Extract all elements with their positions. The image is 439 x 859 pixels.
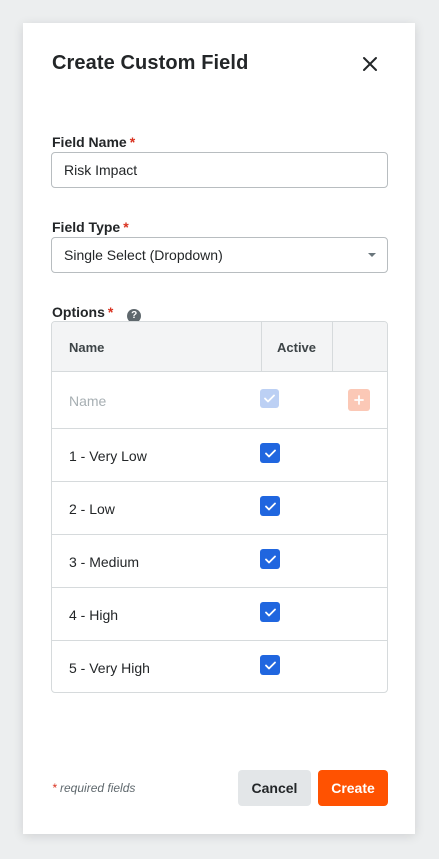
table-header: Name Active: [52, 322, 387, 372]
check-icon: [264, 555, 276, 563]
table-row: 5 - Very High: [52, 641, 387, 692]
option-label[interactable]: 1 - Very Low: [69, 448, 147, 464]
option-active-checkbox[interactable]: [260, 443, 280, 463]
options-label: Options * ?: [52, 304, 142, 323]
field-type-label: Field Type *: [52, 219, 129, 235]
option-label[interactable]: 2 - Low: [69, 501, 115, 517]
options-table: Name Active Name 1 - Very Low 2 - Low 3 …: [51, 321, 388, 693]
option-label[interactable]: 4 - High: [69, 607, 118, 623]
new-option-row: Name: [52, 372, 387, 429]
option-active-checkbox[interactable]: [260, 655, 280, 675]
caret-down-icon: [368, 253, 376, 257]
table-row: 4 - High: [52, 588, 387, 641]
option-label[interactable]: 5 - Very High: [69, 660, 150, 676]
column-header-active: Active: [277, 340, 317, 355]
check-icon: [264, 449, 276, 457]
table-row: 2 - Low: [52, 482, 387, 535]
option-active-checkbox[interactable]: [260, 496, 280, 516]
field-name-value: Risk Impact: [64, 162, 138, 178]
table-row: 1 - Very Low: [52, 429, 387, 482]
table-row: 3 - Medium: [52, 535, 387, 588]
create-custom-field-modal: Create Custom Field Field Name * Risk Imp…: [23, 23, 415, 834]
required-fields-note: * required fields: [52, 781, 136, 795]
new-option-name-input[interactable]: Name: [69, 393, 106, 409]
plus-icon: [354, 395, 364, 405]
close-icon: [363, 57, 377, 71]
column-header-name: Name: [69, 340, 105, 355]
column-divider: [332, 322, 333, 372]
field-type-select[interactable]: Single Select (Dropdown): [51, 237, 388, 273]
required-marker: *: [107, 304, 114, 320]
check-icon: [264, 661, 276, 669]
modal-title: Create Custom Field: [52, 52, 249, 74]
column-divider: [261, 322, 262, 372]
option-active-checkbox[interactable]: [260, 549, 280, 569]
required-marker: *: [129, 134, 136, 150]
field-name-input[interactable]: Risk Impact: [51, 152, 388, 188]
create-button[interactable]: Create: [318, 770, 388, 806]
add-option-button[interactable]: [348, 389, 370, 411]
field-name-label: Field Name *: [52, 134, 136, 150]
check-icon: [264, 502, 276, 510]
new-option-active-checkbox[interactable]: [260, 389, 279, 408]
field-type-value: Single Select (Dropdown): [64, 247, 223, 263]
option-active-checkbox[interactable]: [260, 602, 280, 622]
close-button[interactable]: [357, 51, 383, 77]
option-label[interactable]: 3 - Medium: [69, 554, 139, 570]
check-icon: [264, 394, 275, 403]
cancel-button[interactable]: Cancel: [238, 770, 311, 806]
required-marker: *: [123, 219, 129, 235]
check-icon: [264, 608, 276, 616]
